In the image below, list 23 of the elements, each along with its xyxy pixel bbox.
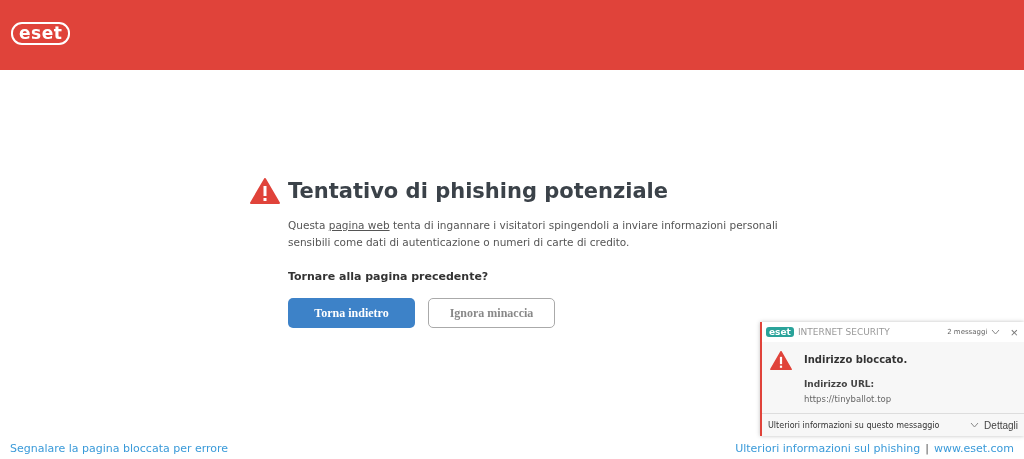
details-button[interactable]: Dettagli: [984, 419, 1018, 431]
chevron-down-icon[interactable]: [991, 329, 1001, 335]
url-label: Indirizzo URL:: [804, 379, 876, 389]
report-link[interactable]: Segnalare la pagina bloccata per errore: [10, 441, 229, 455]
question-text: Tornare alla pagina precedente?: [288, 270, 490, 283]
warning-description: Questa pagina web tenta di ingannare i visitatori spingendoli a inviare informazioni personali sensibili come dati di autenticazione o numeri di carte di credito.: [288, 218, 779, 250]
warning-icon: [770, 351, 792, 370]
more-info-link[interactable]: Ulteriori informazioni su questo messaggio: [768, 420, 966, 430]
eset-logo: eset: [11, 22, 71, 45]
warning-title: Tentativo di phishing potenziale: [288, 179, 668, 203]
url-value: https://tinyballot.top: [804, 394, 893, 404]
warning-icon: [250, 178, 280, 204]
product-name: INTERNET SECURITY: [797, 327, 891, 337]
close-button[interactable]: ×: [1004, 325, 1018, 339]
back-button[interactable]: Torna indietro: [288, 298, 415, 328]
separator-text: |: [925, 441, 929, 455]
eset-logo: eset: [766, 327, 794, 337]
chevron-down-icon[interactable]: [970, 422, 980, 428]
website-link[interactable]: www.eset.com: [933, 441, 1014, 455]
phishing-info-link[interactable]: Ulteriori informazioni sul phishing: [735, 441, 921, 455]
web-page-link[interactable]: pagina web: [328, 219, 390, 231]
notification-title: Indirizzo bloccato.: [804, 354, 908, 365]
ignore-button[interactable]: Ignora minaccia: [428, 298, 555, 328]
